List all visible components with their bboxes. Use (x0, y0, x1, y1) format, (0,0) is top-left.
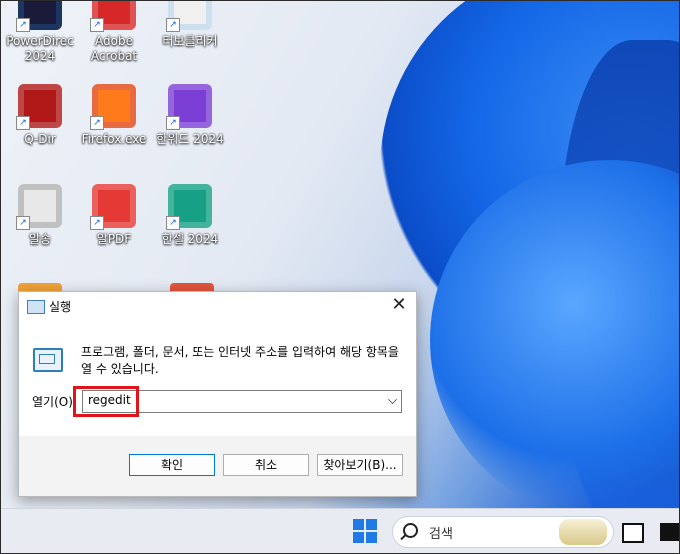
close-button[interactable]: ✕ (387, 294, 411, 318)
task-view-icon[interactable] (622, 523, 644, 543)
ok-button[interactable]: 확인 (129, 454, 215, 476)
app-icon: ↗ (90, 184, 136, 230)
desktop-icon-label: Adobe Acrobat (90, 34, 138, 63)
desktop-icon-label: 터보클리커 (162, 34, 218, 48)
taskbar: 검색 (0, 508, 680, 554)
shortcut-arrow-icon: ↗ (90, 18, 104, 32)
search-icon (403, 523, 418, 538)
desktop-icon-label: 한워드 2024 (156, 132, 224, 146)
desktop-icon[interactable]: ↗ 한셀 2024 (152, 184, 228, 247)
shortcut-arrow-icon: ↗ (16, 116, 30, 130)
shortcut-arrow-icon: ↗ (16, 18, 30, 32)
app-icon: ↗ (90, 0, 136, 32)
desktop-icon[interactable]: ↗ 알PDF (76, 184, 152, 247)
run-dialog-title: 실행 (49, 300, 72, 314)
open-label: 열기(O): (32, 395, 77, 409)
desktop-icon-label: Q-Dir (24, 132, 56, 146)
desktop-icon[interactable]: ↗ Firefox.exe (76, 84, 152, 147)
desktop-icon[interactable]: ↗ 터보클리커 (152, 0, 228, 49)
app-icon: ↗ (16, 84, 62, 130)
shortcut-arrow-icon: ↗ (90, 216, 104, 230)
shortcut-arrow-icon: ↗ (166, 216, 180, 230)
run-dialog: 실행 ✕ 프로그램, 폴더, 문서, 또는 인터넷 주소를 입력하여 해당 항목… (18, 291, 417, 497)
windows-logo-icon (353, 519, 364, 530)
shortcut-arrow-icon: ↗ (16, 216, 30, 230)
app-icon: ↗ (166, 184, 212, 230)
shortcut-arrow-icon: ↗ (166, 116, 180, 130)
desktop-icon[interactable]: ↗ Adobe Acrobat (76, 0, 152, 64)
chevron-down-icon[interactable] (388, 395, 397, 404)
run-icon (33, 348, 63, 372)
search-highlight-image (559, 519, 607, 545)
app-icon: ↗ (16, 184, 62, 230)
run-description: 프로그램, 폴더, 문서, 또는 인터넷 주소를 입력하여 해당 항목을 열 수… (81, 345, 399, 376)
taskbar-search[interactable]: 검색 (392, 516, 614, 548)
open-input[interactable]: regedit (82, 390, 402, 413)
desktop-icon-label: PowerDirec 2024 (6, 34, 74, 63)
desktop: ↗ PowerDirec 2024 ↗ Adobe Acrobat ↗ 터보클리커 ↗ Q-Dir… (0, 0, 680, 554)
run-app-icon (27, 300, 45, 314)
app-icon: ↗ (90, 84, 136, 130)
desktop-icon[interactable]: ↗ Q-Dir (2, 84, 78, 147)
cancel-button[interactable]: 취소 (223, 454, 309, 476)
shortcut-arrow-icon: ↗ (166, 18, 180, 32)
browse-button[interactable]: 찾아보기(B)... (317, 454, 403, 476)
shortcut-arrow-icon: ↗ (90, 116, 104, 130)
desktop-icon-label: 한셀 2024 (161, 232, 219, 246)
desktop-icon[interactable]: ↗ 알송 (2, 184, 78, 247)
app-icon: ↗ (166, 0, 212, 32)
search-placeholder: 검색 (429, 527, 453, 542)
desktop-icon-label: 알PDF (96, 232, 132, 246)
run-dialog-titlebar: 실행 ✕ (19, 292, 416, 320)
desktop-icon-label: 알송 (28, 232, 52, 246)
app-icon: ↗ (166, 84, 212, 130)
taskbar-app-icon[interactable] (660, 523, 680, 541)
start-button[interactable] (353, 519, 377, 543)
run-dialog-body: 프로그램, 폴더, 문서, 또는 인터넷 주소를 입력하여 해당 항목을 열 수… (19, 320, 416, 436)
desktop-icon[interactable]: ↗ PowerDirec 2024 (2, 0, 78, 64)
desktop-icon[interactable]: ↗ 한워드 2024 (152, 84, 228, 147)
desktop-icon-label: Firefox.exe (81, 132, 147, 146)
app-icon: ↗ (16, 0, 62, 32)
open-input-value[interactable]: regedit (88, 393, 131, 407)
